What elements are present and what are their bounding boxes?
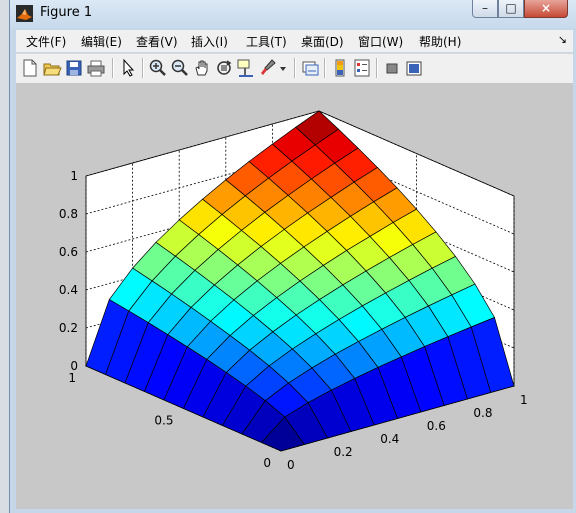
menu-file[interactable]: 文件(F) <box>26 33 66 50</box>
brush-icon[interactable] <box>258 57 278 79</box>
open-file-icon[interactable] <box>42 57 62 79</box>
edit-plot-arrow-icon[interactable] <box>118 57 138 79</box>
menu-desktop[interactable]: 桌面(D) <box>301 33 344 50</box>
show-plot-tools-icon[interactable] <box>404 57 424 79</box>
figure-window: Figure 1 – □ × 文件(F) 编辑(E) 查看(V) 插入(I) 工… <box>9 0 576 513</box>
toolbar-separator <box>376 58 378 78</box>
z-tick-label: 1 <box>70 169 78 183</box>
y-tick-label: 0.5 <box>154 414 173 428</box>
menu-bar: 文件(F) 编辑(E) 查看(V) 插入(I) 工具(T) 桌面(D) 窗口(W… <box>16 30 573 52</box>
y-tick-label: 0 <box>263 456 271 470</box>
pan-hand-icon[interactable] <box>192 57 212 79</box>
print-icon[interactable] <box>86 57 106 79</box>
figure-canvas[interactable]: 0 0.2 0.4 0.6 0.8 1 0 0.2 0.4 0.6 0.8 1 0 0.5 1 <box>16 83 573 509</box>
minimize-icon: – <box>482 1 488 15</box>
x-tick-label: 0.2 <box>334 445 353 459</box>
x-tick-label: 0.8 <box>473 406 492 420</box>
minimize-button[interactable]: – <box>472 0 498 18</box>
maximize-icon: □ <box>505 1 517 15</box>
menu-view[interactable]: 查看(V) <box>136 33 178 50</box>
window-title: Figure 1 <box>40 5 93 20</box>
z-tick-label: 0.8 <box>59 207 78 221</box>
menu-edit[interactable]: 编辑(E) <box>81 33 122 50</box>
menu-help[interactable]: 帮助(H) <box>419 33 461 50</box>
x-tick-label: 0.4 <box>380 432 399 446</box>
insert-colorbar-icon[interactable] <box>330 57 350 79</box>
menu-insert[interactable]: 插入(I) <box>191 33 228 50</box>
z-tick-label: 0.4 <box>59 283 78 297</box>
toolbar-separator <box>294 58 296 78</box>
z-tick-label: 0.2 <box>59 321 78 335</box>
brush-dropdown-icon[interactable] <box>278 57 288 79</box>
data-cursor-icon[interactable] <box>236 57 256 79</box>
z-tick-label: 0.6 <box>59 245 78 259</box>
maximize-button[interactable]: □ <box>498 0 524 18</box>
surface-plot[interactable]: 00.20.40.60.8100.20.40.60.8100.51 <box>16 83 573 509</box>
figure-toolbar <box>16 53 573 83</box>
menu-tools[interactable]: 工具(T) <box>246 33 287 50</box>
x-tick-label: 1 <box>520 393 528 407</box>
link-plot-icon[interactable] <box>300 57 320 79</box>
hide-plot-tools-icon[interactable] <box>382 57 402 79</box>
toolbar-separator <box>112 58 114 78</box>
insert-legend-icon[interactable] <box>352 57 372 79</box>
close-icon: × <box>540 1 552 15</box>
title-bar[interactable]: Figure 1 – □ × <box>10 0 576 28</box>
toolbar-separator <box>142 58 144 78</box>
save-icon[interactable] <box>64 57 84 79</box>
zoom-out-icon[interactable] <box>170 57 190 79</box>
x-tick-label: 0.6 <box>427 419 446 433</box>
matlab-logo-icon <box>16 5 33 22</box>
toolbar-separator <box>324 58 326 78</box>
close-button[interactable]: × <box>524 0 568 18</box>
zoom-in-icon[interactable] <box>148 57 168 79</box>
new-figure-icon[interactable] <box>20 57 40 79</box>
dock-arrow-icon[interactable]: ↘ <box>558 33 567 46</box>
y-tick-label: 1 <box>68 371 76 385</box>
menu-window[interactable]: 窗口(W) <box>358 33 403 50</box>
x-tick-label: 0 <box>287 458 295 472</box>
rotate-3d-icon[interactable] <box>214 57 234 79</box>
